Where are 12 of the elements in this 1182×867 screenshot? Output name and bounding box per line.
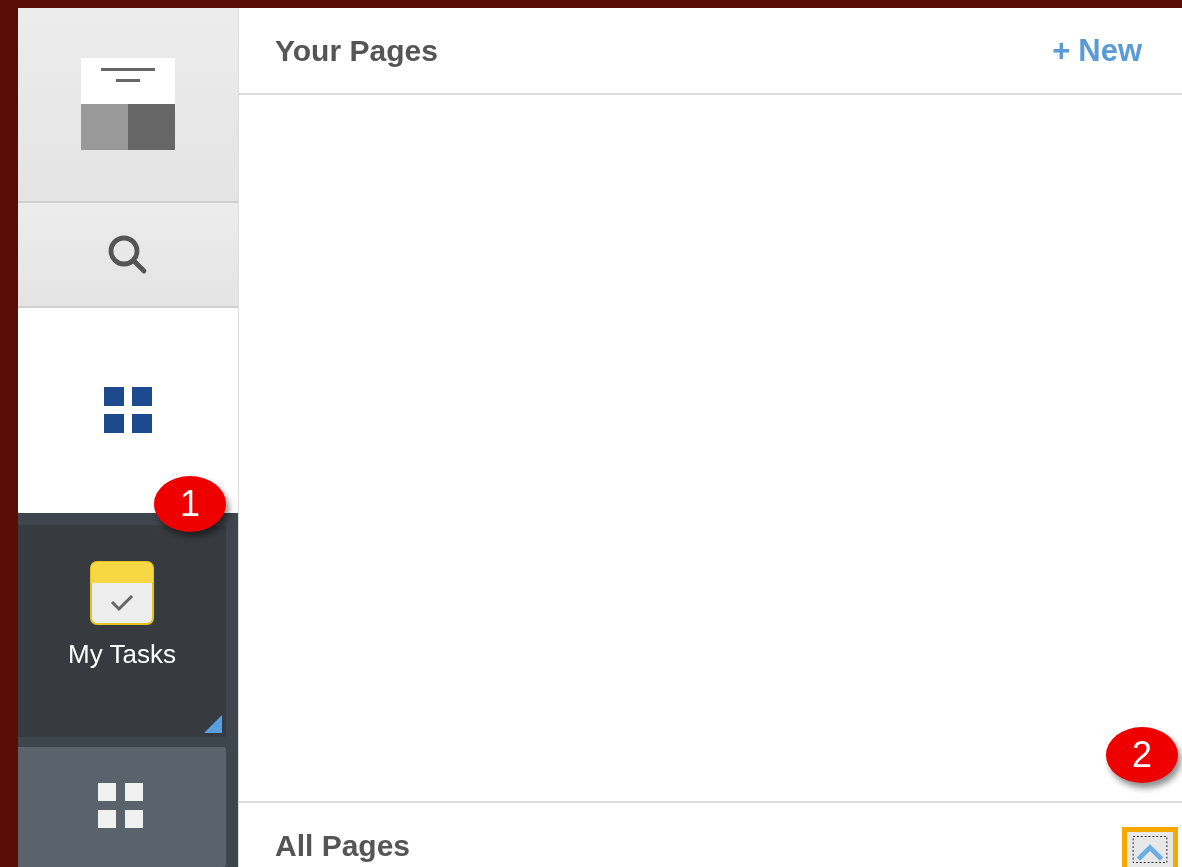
collapse-button[interactable]	[1122, 827, 1178, 867]
callout-badge: 2	[1106, 727, 1178, 783]
grid-icon	[98, 783, 146, 831]
app-tile[interactable]	[18, 747, 226, 867]
grid-icon	[104, 387, 152, 434]
section-title: Your Pages	[275, 33, 438, 68]
tile-label: My Tasks	[68, 639, 176, 670]
section-title: All Pages	[275, 829, 411, 863]
app-tile[interactable]: My Tasks	[18, 525, 226, 737]
page-layout-icon	[81, 57, 175, 152]
calendar-check-icon	[90, 561, 154, 625]
sidebar-nav-item[interactable]	[18, 8, 238, 204]
